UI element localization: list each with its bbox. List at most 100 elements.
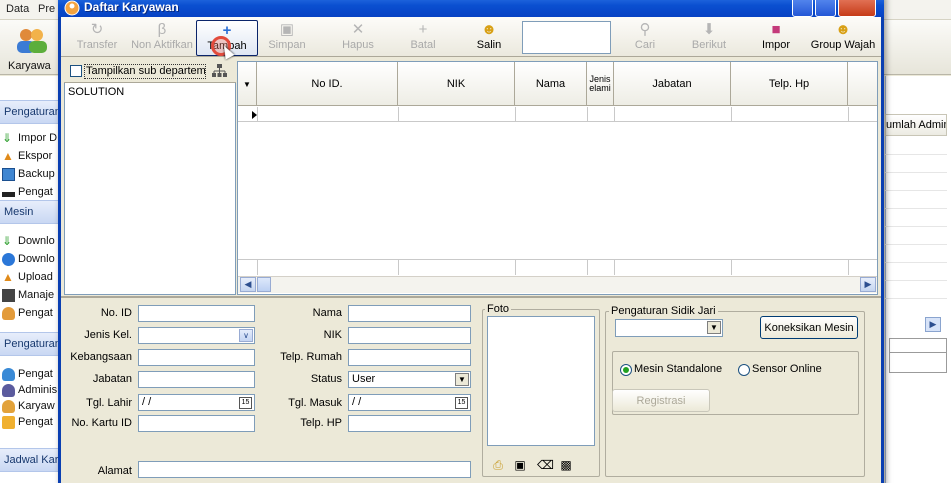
group-face-icon: ☻	[835, 21, 851, 38]
join-date-label: Tgl. Masuk	[288, 397, 342, 409]
group-face-button[interactable]: ☻ Group Wajah	[808, 20, 878, 56]
sidebar-section-mesin[interactable]: Mesin	[0, 200, 59, 224]
sidebar-item-upload[interactable]: ▲ Upload	[2, 268, 59, 286]
transfer-button[interactable]: ↻ Transfer	[66, 20, 128, 56]
row-line	[885, 172, 947, 173]
photo-preview[interactable]	[487, 316, 595, 446]
nik-field[interactable]	[348, 327, 471, 344]
next-button[interactable]: ⬇ Berikut	[678, 20, 740, 56]
column-header-jenis-kelamin[interactable]: Jenis elami	[587, 62, 614, 106]
show-sub-department-label[interactable]: Tampilkan sub departemen	[84, 64, 206, 79]
search-input[interactable]	[522, 21, 611, 54]
cell-sep	[614, 107, 615, 122]
admin-icon	[2, 383, 15, 397]
column-header-telp-hp[interactable]: Telp. Hp	[731, 62, 848, 106]
sidebar-section-pengaturan-2[interactable]: Pengaturan	[0, 332, 59, 356]
find-button[interactable]: ⚲ Cari	[614, 20, 676, 56]
gender-select[interactable]: ∨	[138, 327, 255, 344]
find-label: Cari	[634, 39, 656, 51]
column-header-nama[interactable]: Nama	[515, 62, 587, 106]
grid-footer-row	[238, 259, 877, 275]
sidebar-item-label: Pengat	[18, 307, 53, 319]
maximize-button[interactable]	[815, 0, 836, 17]
menu-pre[interactable]: Pre	[38, 3, 55, 15]
card-id-field[interactable]	[138, 415, 255, 432]
mobile-phone-field[interactable]	[348, 415, 471, 432]
sensor-online-radio[interactable]	[738, 364, 750, 376]
lock-icon	[2, 415, 15, 429]
department-item[interactable]: SOLUTION	[68, 86, 124, 98]
sensor-online-label[interactable]: Sensor Online	[752, 363, 822, 375]
download-circle-icon	[2, 252, 15, 266]
sidebar-item-backup[interactable]: Backup	[2, 165, 59, 183]
table-row[interactable]	[238, 107, 877, 122]
minimize-button[interactable]	[792, 0, 813, 17]
employees-label[interactable]: Karyawa	[8, 60, 51, 72]
device-icon	[2, 288, 15, 302]
title-bar[interactable]	[58, 0, 884, 17]
cancel-label: Batal	[410, 39, 436, 51]
calendar-icon[interactable]: 15	[239, 397, 252, 409]
open-folder-icon[interactable]: ⎙	[491, 459, 505, 471]
connect-device-button[interactable]: Koneksikan Mesin	[760, 316, 858, 339]
sidebar-item-download-2[interactable]: Downlo	[2, 250, 59, 268]
dropdown-arrow-icon[interactable]: ▼	[455, 373, 469, 386]
column-header-nik[interactable]: NIK	[398, 62, 515, 106]
users-icon[interactable]	[14, 26, 48, 54]
grid-header-menu[interactable]: ▼	[238, 62, 257, 106]
cancel-button[interactable]: + Batal	[392, 20, 454, 56]
name-field[interactable]	[348, 305, 471, 322]
join-date-field[interactable]: / / 15	[348, 394, 471, 411]
cell-sep	[257, 259, 258, 275]
sidebar-item-ekspor[interactable]: ▲ Ekspor	[2, 147, 59, 165]
copy-button[interactable]: ☻ Salin	[458, 20, 520, 56]
birth-date-field[interactable]: / / 15	[138, 394, 255, 411]
name-label: Nama	[312, 307, 342, 319]
cell-sep	[848, 259, 849, 275]
sidebar-item-pengaturan-b[interactable]: Pengat	[2, 413, 59, 431]
sidebar-section-pengaturan[interactable]: Pengaturan	[0, 100, 59, 124]
standalone-label[interactable]: Mesin Standalone	[634, 363, 722, 375]
import-button[interactable]: ■ Impor	[745, 20, 807, 56]
dropdown-arrow-icon[interactable]: ▼	[707, 321, 721, 334]
position-field[interactable]	[138, 371, 255, 388]
camera-icon[interactable]: ▣	[513, 459, 527, 471]
birth-date-value: / /	[142, 396, 152, 408]
horizontal-scrollbar[interactable]	[238, 276, 877, 293]
nationality-field[interactable]	[138, 349, 255, 366]
position-label: Jabatan	[92, 373, 132, 385]
calendar-icon[interactable]: 15	[455, 397, 468, 409]
menu-data[interactable]: Data	[6, 3, 29, 15]
eraser-icon[interactable]: ⌫	[537, 459, 554, 471]
chevron-down-icon[interactable]: ∨	[239, 329, 253, 342]
sidebar-item-pengaturan[interactable]: Pengat	[2, 183, 59, 201]
sidebar-item-label: Pengat	[18, 368, 53, 380]
scroll-right-button[interactable]: ▶	[925, 317, 941, 332]
standalone-radio[interactable]	[620, 364, 632, 376]
org-tree-icon[interactable]	[212, 64, 227, 77]
device-select[interactable]: ▼	[615, 319, 723, 337]
column-header-no-id[interactable]: No ID.	[257, 62, 398, 106]
column-header-jabatan[interactable]: Jabatan	[614, 62, 731, 106]
sidebar-item-impor[interactable]: ⇓ Impor D	[2, 129, 59, 147]
status-select[interactable]: User ▼	[348, 371, 471, 388]
delete-button[interactable]: ✕ Hapus	[327, 20, 389, 56]
close-button[interactable]	[838, 0, 876, 17]
delete-x-icon: ✕	[351, 21, 365, 38]
sidebar-item-manajemen[interactable]: Manaje	[2, 286, 59, 304]
home-phone-field[interactable]	[348, 349, 471, 366]
register-button[interactable]: Registrasi	[612, 389, 710, 412]
sidebar-item-download-1[interactable]: ⇓ Downlo	[2, 232, 59, 250]
video-camera-icon[interactable]: ▩	[559, 459, 573, 471]
scroll-thumb[interactable]	[257, 277, 271, 292]
people-icon	[2, 367, 15, 381]
save-button[interactable]: ▣ Simpan	[256, 20, 318, 56]
sidebar-item-pengaturan-mesin[interactable]: Pengat	[2, 304, 59, 322]
scroll-right-icon[interactable]: ▶	[860, 277, 876, 292]
no-id-field[interactable]	[138, 305, 255, 322]
show-sub-department-checkbox[interactable]	[70, 65, 82, 77]
deactivate-button[interactable]: β Non Aktifkan	[128, 20, 196, 56]
scroll-left-icon[interactable]: ◀	[240, 277, 256, 292]
sidebar-section-jadwal[interactable]: Jadwal Kar	[0, 448, 59, 472]
address-field[interactable]	[138, 461, 471, 478]
